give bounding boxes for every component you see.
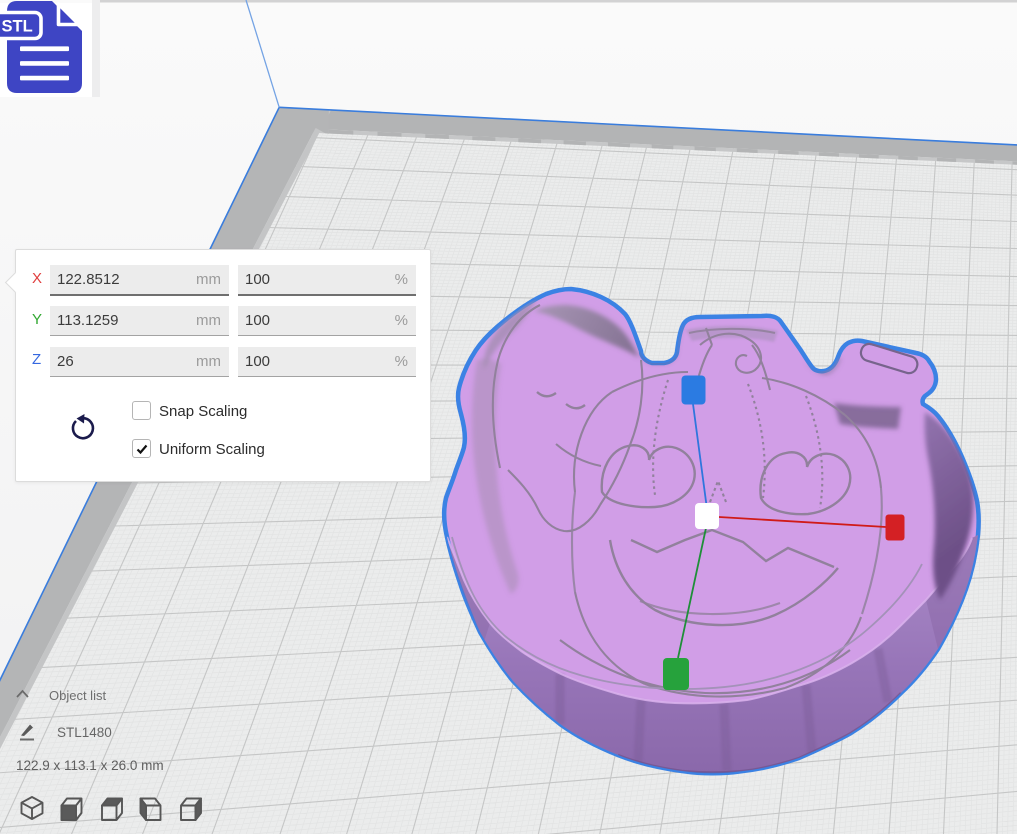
svg-text:STL: STL [2,18,33,36]
